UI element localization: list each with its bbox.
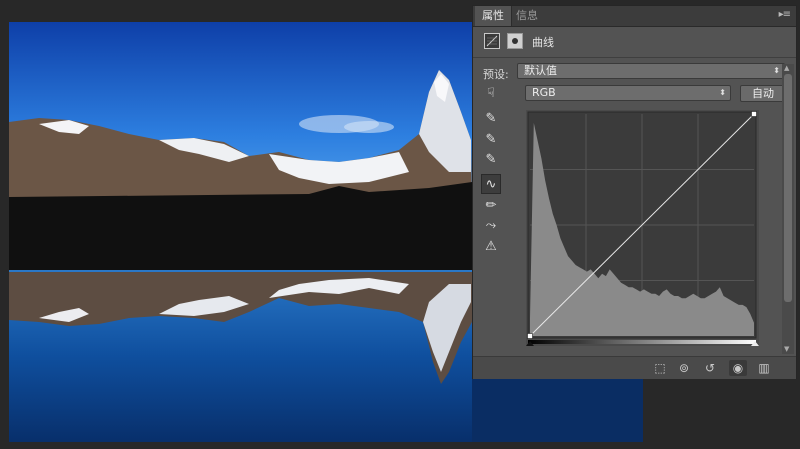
updown-arrow-icon: ⬍ — [773, 66, 780, 75]
on-image-adjust-tool[interactable]: ☟ — [481, 84, 501, 104]
curve-point-black[interactable] — [527, 333, 533, 339]
preset-value: 默认值 — [524, 64, 557, 77]
scroll-down-arrow-icon[interactable]: ▼ — [784, 345, 789, 353]
delete-adjustment-button[interactable]: ▥ — [755, 360, 773, 376]
updown-arrow-icon: ⬍ — [719, 88, 726, 97]
view-previous-state-button[interactable]: ⊚ — [675, 360, 693, 376]
white-point-eyedropper-icon[interactable]: ✎ — [481, 150, 501, 170]
smooth-curve-tool[interactable]: ⤳ — [481, 216, 501, 236]
black-point-eyedropper-icon[interactable]: ✎ — [481, 109, 501, 129]
curve-points-tool[interactable]: ∿ — [481, 174, 501, 194]
clip-to-layer-button[interactable]: ⬚ — [651, 360, 669, 376]
preset-label: 预设: — [483, 68, 509, 81]
tab-info[interactable]: 信息 — [509, 6, 545, 26]
panel-title: 曲线 — [532, 36, 554, 49]
tab-properties[interactable]: 属性 — [475, 6, 512, 26]
panel-bottom-bar: ⬚ ⊚ ↺ ◉ ▥ — [473, 356, 796, 379]
auto-button[interactable]: 自动 — [740, 85, 786, 102]
gray-point-eyedropper-icon[interactable]: ✎ — [481, 130, 501, 150]
curves-graph[interactable] — [526, 110, 759, 346]
scroll-up-arrow-icon[interactable]: ▲ — [784, 64, 789, 72]
panel-menu-icon[interactable]: ▸≡ — [779, 9, 791, 20]
adjustment-header: 曲线 — [473, 27, 796, 58]
curve-point-white[interactable] — [751, 111, 757, 117]
tone-gradient-bar — [528, 340, 756, 344]
clipping-warning-icon[interactable]: ⚠ — [481, 237, 501, 257]
toggle-visibility-button[interactable]: ◉ — [729, 360, 747, 376]
channel-value: RGB — [532, 86, 556, 99]
panel-scrollbar[interactable]: ▲ ▼ — [782, 64, 794, 354]
channel-dropdown[interactable]: RGB ⬍ — [525, 85, 731, 101]
scroll-thumb[interactable] — [784, 74, 792, 302]
layer-mask-icon[interactable] — [507, 33, 523, 49]
reset-button[interactable]: ↺ — [701, 360, 719, 376]
properties-panel: 属性 信息 ▸≡ 曲线 预设: 默认值 ⬍ RGB ⬍ 自动 ☟ ✎ ✎ ✎ ∿… — [472, 5, 797, 379]
pencil-draw-tool[interactable]: ✏ — [481, 196, 501, 216]
preset-dropdown[interactable]: 默认值 ⬍ — [517, 63, 785, 79]
panel-tab-bar: 属性 信息 ▸≡ — [473, 6, 796, 27]
curves-adjustment-icon[interactable] — [484, 33, 500, 49]
